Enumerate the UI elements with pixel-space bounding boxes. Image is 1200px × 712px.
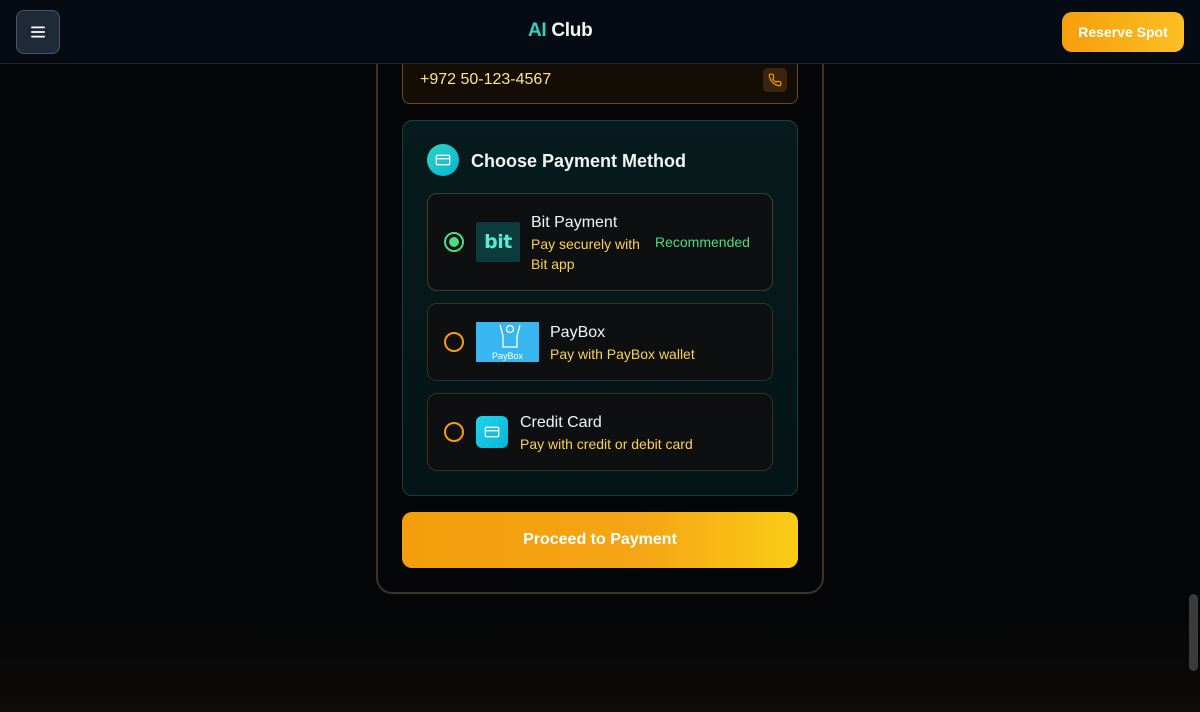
payment-method-title: Choose Payment Method: [471, 151, 687, 171]
radio-credit-card[interactable]: [444, 422, 464, 442]
reserve-spot-button[interactable]: Reserve Spot: [1062, 12, 1184, 52]
app-logo[interactable]: AI Club: [528, 20, 593, 42]
background-glow: [0, 612, 1200, 712]
logo-club: Club: [551, 20, 593, 41]
scrollbar-thumb[interactable]: [1189, 594, 1198, 671]
option-description: Pay securely with Bit app: [531, 236, 640, 272]
payment-method-panel: Choose Payment Method bit Bit Payment Pa…: [402, 120, 798, 496]
recommended-badge: Recommended: [655, 234, 750, 250]
payment-option-bit[interactable]: bit Bit Payment Pay securely with Bit ap…: [427, 193, 773, 291]
bit-logo: bit: [476, 222, 520, 262]
paybox-logo: PayBox: [476, 322, 539, 362]
hamburger-menu-icon: [31, 26, 45, 38]
radio-paybox[interactable]: [444, 332, 464, 352]
phone-value[interactable]: +972 50-123-4567: [420, 71, 551, 89]
payment-option-credit-card[interactable]: Credit Card Pay with credit or debit car…: [427, 393, 773, 471]
option-title: Credit Card: [520, 414, 602, 431]
option-title: Bit Payment: [531, 214, 618, 231]
menu-button[interactable]: [16, 10, 60, 54]
logo-ai: AI: [528, 20, 547, 41]
option-description: Pay with PayBox wallet: [550, 346, 695, 362]
option-description: Pay with credit or debit card: [520, 436, 693, 452]
top-header: AI Club Reserve Spot: [0, 0, 1200, 64]
paybox-logo-text: PayBox: [492, 351, 524, 361]
credit-card-icon: [476, 416, 508, 448]
phone-icon: [763, 67, 787, 92]
proceed-to-payment-button[interactable]: Proceed to Payment: [402, 512, 798, 568]
option-title: PayBox: [550, 324, 606, 341]
payment-option-paybox[interactable]: PayBox PayBox Pay with PayBox wallet: [427, 303, 773, 381]
credit-card-icon: [427, 144, 459, 176]
radio-bit[interactable]: [444, 232, 464, 252]
